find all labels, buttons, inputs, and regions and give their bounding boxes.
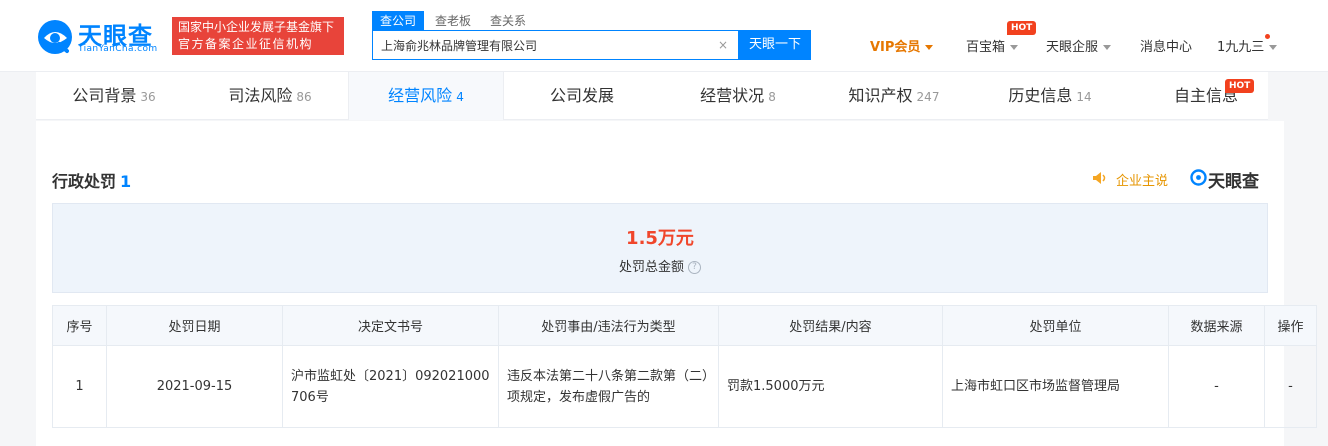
col-header-result: 处罚结果/内容 [718, 305, 943, 346]
tab-operating-status[interactable]: 经营状况 8 [660, 72, 816, 120]
tab-count: 14 [1076, 90, 1092, 104]
tab-label: 经营风险 [388, 86, 453, 105]
tab-label: 公司发展 [549, 86, 614, 105]
tab-judicial-risk[interactable]: 司法风险 86 [192, 72, 348, 120]
cell-unit: 上海市虹口区市场监督管理局 [942, 345, 1169, 428]
top-header: 天眼查 TianYanCha.com 国家中小企业发展子基金旗下 官方备案企业征… [0, 0, 1328, 72]
tab-label: 公司背景 [72, 86, 137, 105]
speaker-icon [1093, 172, 1106, 184]
notification-dot [1265, 34, 1270, 39]
treasure-box-link[interactable]: 百宝箱 [966, 36, 1019, 55]
tab-self-info[interactable]: 自主信息 [1128, 72, 1284, 120]
brand-icon [1190, 169, 1207, 186]
official-badge: 国家中小企业发展子基金旗下 官方备案企业征信机构 [172, 17, 344, 55]
penalty-total-amount: 1.5万元 [626, 228, 694, 249]
col-header-reason: 处罚事由/违法行为类型 [498, 305, 719, 346]
tab-count: 8 [768, 90, 776, 104]
hot-badge: HOT [1007, 21, 1037, 35]
logo-subtitle: TianYanCha.com [78, 44, 158, 54]
company-tab-bar: 公司背景 36 司法风险 86 经营风险 4 公司发展 经营状况 8 知识产权 247 历… [36, 72, 1268, 120]
cell-result: 罚款1.5000万元 [718, 345, 943, 428]
clear-icon[interactable]: × [718, 38, 728, 52]
search-tab-company[interactable]: 查公司 [372, 11, 425, 31]
penalty-summary: 1.5万元 处罚总金额? [52, 203, 1268, 293]
tab-operating-risk[interactable]: 经营风险 4 [348, 72, 504, 120]
tianyancha-brand: 天眼查 [1190, 167, 1266, 192]
main-content: 行政处罚 1 企业主说 天眼查 1.5万元 处罚总金额? 序号 处罚日期 决定文书… [36, 121, 1317, 446]
cell-action: - [1264, 345, 1317, 428]
company-say-link[interactable]: 企业主说 [1116, 170, 1168, 189]
col-header-date: 处罚日期 [106, 305, 283, 346]
summary-label-text: 处罚总金额 [618, 260, 684, 275]
section-count: 1 [120, 172, 132, 191]
user-name: 1九九三 [1217, 40, 1265, 55]
search-input[interactable] [381, 37, 711, 53]
cell-date: 2021-09-15 [106, 345, 283, 428]
tab-company-background[interactable]: 公司背景 36 [36, 72, 192, 120]
chevron-down-icon [925, 45, 934, 50]
penalty-total-label: 处罚总金额? [53, 256, 1267, 275]
search-button[interactable]: 天眼一下 [739, 30, 811, 60]
logo-icon [38, 20, 72, 54]
tab-count: 36 [140, 90, 156, 104]
col-header-index: 序号 [52, 305, 107, 346]
tab-label: 司法风险 [228, 86, 293, 105]
tab-label: 知识产权 [848, 86, 913, 105]
hot-badge: HOT [1225, 79, 1255, 93]
chevron-down-icon [1269, 45, 1278, 50]
badge-line-2: 官方备案企业征信机构 [178, 37, 314, 51]
message-center-link[interactable]: 消息中心 [1140, 36, 1192, 55]
vip-link[interactable]: VIP会员 [870, 36, 934, 55]
tab-count: 247 [916, 90, 940, 104]
cell-reason: 违反本法第二十八条第二款第（二）项规定，发布虚假广告的 [498, 345, 719, 428]
search-box: × [372, 30, 739, 60]
enterprise-label: 天眼企服 [1046, 40, 1099, 55]
badge-line-1: 国家中小企业发展子基金旗下 [178, 20, 335, 34]
enterprise-service-link[interactable]: 天眼企服 [1046, 36, 1112, 55]
penalty-table: 序号 处罚日期 决定文书号 处罚事由/违法行为类型 处罚结果/内容 处罚单位 数… [52, 305, 1317, 428]
tab-history[interactable]: 历史信息 14 [972, 72, 1128, 120]
table-row: 1 2021-09-15 沪市监虹处〔2021〕092021000706号 违反… [52, 345, 1317, 428]
tab-intellectual-property[interactable]: 知识产权 247 [816, 72, 972, 120]
cell-index: 1 [52, 345, 107, 428]
tab-count: 86 [296, 90, 312, 104]
col-header-doc-no: 决定文书号 [282, 305, 499, 346]
help-icon[interactable]: ? [688, 261, 701, 274]
treasure-label: 百宝箱 [966, 40, 1006, 55]
tab-company-development[interactable]: 公司发展 [504, 72, 660, 120]
tab-label: 历史信息 [1008, 86, 1073, 105]
cell-source: - [1168, 345, 1265, 428]
chevron-down-icon [1103, 45, 1112, 50]
tianyancha-logo[interactable]: 天眼查 TianYanCha.com [36, 16, 162, 58]
chevron-down-icon [1010, 45, 1019, 50]
section-title: 行政处罚 1 [52, 168, 131, 192]
col-header-unit: 处罚单位 [942, 305, 1169, 346]
search-tab-relation[interactable]: 查关系 [490, 11, 526, 31]
tab-count: 4 [456, 90, 464, 104]
col-header-action: 操作 [1264, 305, 1317, 346]
brand-text: 天眼查 [1208, 172, 1259, 192]
tab-label: 经营状况 [700, 86, 765, 105]
section-title-text: 行政处罚 [52, 172, 117, 191]
cell-doc-no: 沪市监虹处〔2021〕092021000706号 [282, 345, 499, 428]
search-tab-boss[interactable]: 查老板 [435, 11, 471, 31]
col-header-source: 数据来源 [1168, 305, 1265, 346]
vip-label: VIP会员 [870, 40, 921, 55]
table-header-row: 序号 处罚日期 决定文书号 处罚事由/违法行为类型 处罚结果/内容 处罚单位 数… [52, 305, 1317, 346]
